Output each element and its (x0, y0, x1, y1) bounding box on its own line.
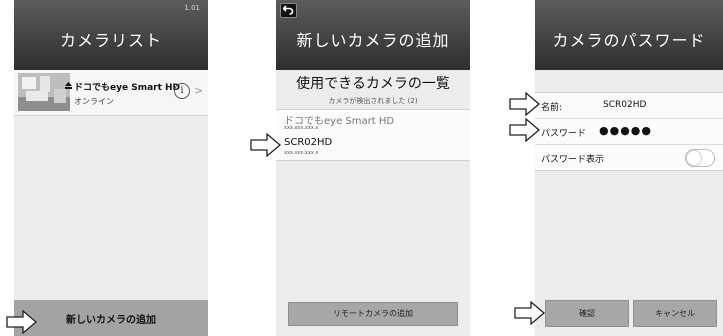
camera-name: ドコでもeye Smart HD (74, 83, 181, 93)
camera-name: SCR02HD (284, 137, 333, 148)
show-password-toggle[interactable] (685, 149, 715, 167)
pointer-arrow-icon (514, 301, 546, 325)
list-heading: 使用できるカメラの一覧 (296, 76, 450, 92)
screen-camera-password: カメラのパスワード 名前: SCR02HD パスワード ●●●●● パスワード表… (535, 0, 723, 336)
screen-add-camera: 新しいカメラの追加 使用できるカメラの一覧 カメラが検出されました (2) ドコ… (276, 0, 470, 336)
camera-status: オンライン (74, 97, 114, 106)
page-title: カメラリスト (59, 31, 162, 50)
password-label: パスワード (541, 129, 587, 139)
version-label: 1.01 (184, 4, 200, 12)
camera-ip: xxx.xxx.xxx.x (284, 125, 319, 131)
camera-list-item[interactable]: SCR02HD xxx.xxx.xxx.x (276, 135, 470, 161)
navbar: 1.01 カメラリスト (14, 0, 208, 70)
navbar: カメラのパスワード (535, 0, 723, 70)
confirm-button[interactable]: 確認 (545, 300, 629, 327)
camera-thumbnail (18, 73, 70, 111)
name-label: 名前: (541, 103, 563, 113)
add-camera-button[interactable]: 新しいカメラの追加 (14, 300, 208, 336)
chevron-right-icon: > (194, 84, 204, 97)
back-button[interactable] (280, 3, 297, 18)
add-camera-label: 新しいカメラの追加 (66, 315, 156, 326)
info-icon[interactable]: i (174, 83, 190, 99)
page-title: 新しいカメラの追加 (296, 31, 450, 50)
pointer-arrow-icon (509, 92, 541, 116)
page-title: カメラのパスワード (552, 31, 706, 50)
name-row: 名前: SCR02HD (535, 93, 723, 119)
password-field[interactable]: ●●●●● (599, 124, 652, 137)
pointer-arrow-icon (509, 118, 541, 142)
show-password-row: パスワード表示 (535, 145, 723, 170)
camera-list-item[interactable]: ドコでもeye Smart HD オンライン i > (14, 70, 208, 116)
eject-icon (65, 82, 72, 89)
add-remote-camera-button[interactable]: リモートカメラの追加 (288, 302, 458, 326)
detected-count: カメラが検出されました (2) (328, 97, 418, 105)
password-form: 名前: SCR02HD パスワード ●●●●● パスワード表示 (535, 92, 723, 171)
pointer-arrow-icon (250, 133, 282, 157)
cancel-button[interactable]: キャンセル (633, 300, 717, 327)
password-row: パスワード ●●●●● (535, 119, 723, 145)
toggle-knob (687, 151, 701, 165)
navbar: 新しいカメラの追加 (276, 0, 470, 70)
camera-list-item[interactable]: ドコでもeye Smart HD xxx.xxx.xxx.x (276, 109, 470, 136)
back-arrow-icon (283, 5, 294, 15)
screen-camera-list: 1.01 カメラリスト ドコでもeye Smart HD オンライン i > 新… (14, 0, 208, 336)
name-value[interactable]: SCR02HD (603, 100, 646, 110)
pointer-arrow-icon (6, 310, 38, 334)
camera-ip: xxx.xxx.xxx.x (284, 150, 319, 156)
show-password-label: パスワード表示 (541, 155, 605, 165)
